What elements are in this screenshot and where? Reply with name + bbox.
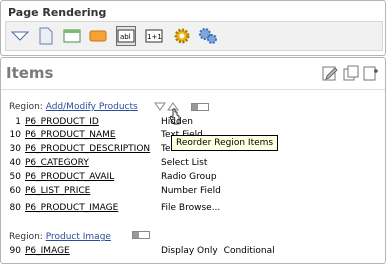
region-header: Region: Product Image <box>9 232 111 242</box>
text-item-icon[interactable]: abl <box>116 26 136 46</box>
tooltip: Reorder Region Items <box>171 135 279 151</box>
region-toggle-icon[interactable] <box>132 231 150 239</box>
region-link-product-image[interactable]: Product Image <box>46 232 111 242</box>
process-gears-icon[interactable] <box>198 26 218 46</box>
item-link[interactable]: P6_PRODUCT_NAME <box>25 130 161 140</box>
item-link[interactable]: P6_PRODUCT_IMAGE <box>25 203 161 213</box>
items-divider <box>1 89 385 90</box>
table-row: 40 P6_CATEGORY Select List <box>9 158 208 168</box>
gear-icon[interactable] <box>172 26 192 46</box>
table-row: 60 P6_LIST_PRICE Number Field <box>9 186 221 196</box>
item-link[interactable]: P6_PRODUCT_ID <box>25 117 161 127</box>
table-row: 90 P6_IMAGE Display Only Conditional <box>9 246 275 256</box>
condition-label: Conditional <box>223 246 275 256</box>
page-icon[interactable] <box>36 26 56 46</box>
item-link[interactable]: P6_LIST_PRICE <box>25 186 161 196</box>
add-item-icon[interactable] <box>363 65 379 81</box>
page-rendering-panel: Page Rendering abl 1+1 <box>0 0 386 56</box>
region-toggle-icon[interactable] <box>191 103 209 111</box>
region-link-add-modify-products[interactable]: Add/Modify Products <box>46 102 138 112</box>
item-link[interactable]: P6_CATEGORY <box>25 158 161 168</box>
table-row: 80 P6_PRODUCT_IMAGE File Browse... <box>9 203 221 213</box>
region-label: Region: <box>9 102 43 112</box>
computation-icon[interactable]: 1+1 <box>144 26 164 46</box>
region-header: Region: Add/Modify Products <box>9 102 138 112</box>
items-panel: Items Region: Add/Modify Products 1 P6_PR… <box>0 57 386 264</box>
toolbar: abl 1+1 <box>5 21 383 51</box>
panel-title: Page Rendering <box>8 6 107 19</box>
region-icon[interactable] <box>62 26 82 46</box>
collapse-arrow-icon[interactable] <box>10 26 30 46</box>
svg-text:abl: abl <box>120 33 131 41</box>
button-icon[interactable] <box>88 26 108 46</box>
table-row: 50 P6_PRODUCT_AVAIL Radio Group <box>9 172 217 182</box>
item-link[interactable]: P6_PRODUCT_DESCRIPTION <box>25 144 161 154</box>
table-row: 1 P6_PRODUCT_ID Hidden <box>15 117 193 127</box>
region-label: Region: <box>9 232 43 242</box>
copy-icon[interactable] <box>343 65 359 81</box>
items-title: Items <box>6 64 54 82</box>
item-link[interactable]: P6_PRODUCT_AVAIL <box>25 172 161 182</box>
item-link[interactable]: P6_IMAGE <box>25 246 161 256</box>
edit-all-icon[interactable] <box>322 65 338 81</box>
svg-text:1+1: 1+1 <box>147 33 162 41</box>
